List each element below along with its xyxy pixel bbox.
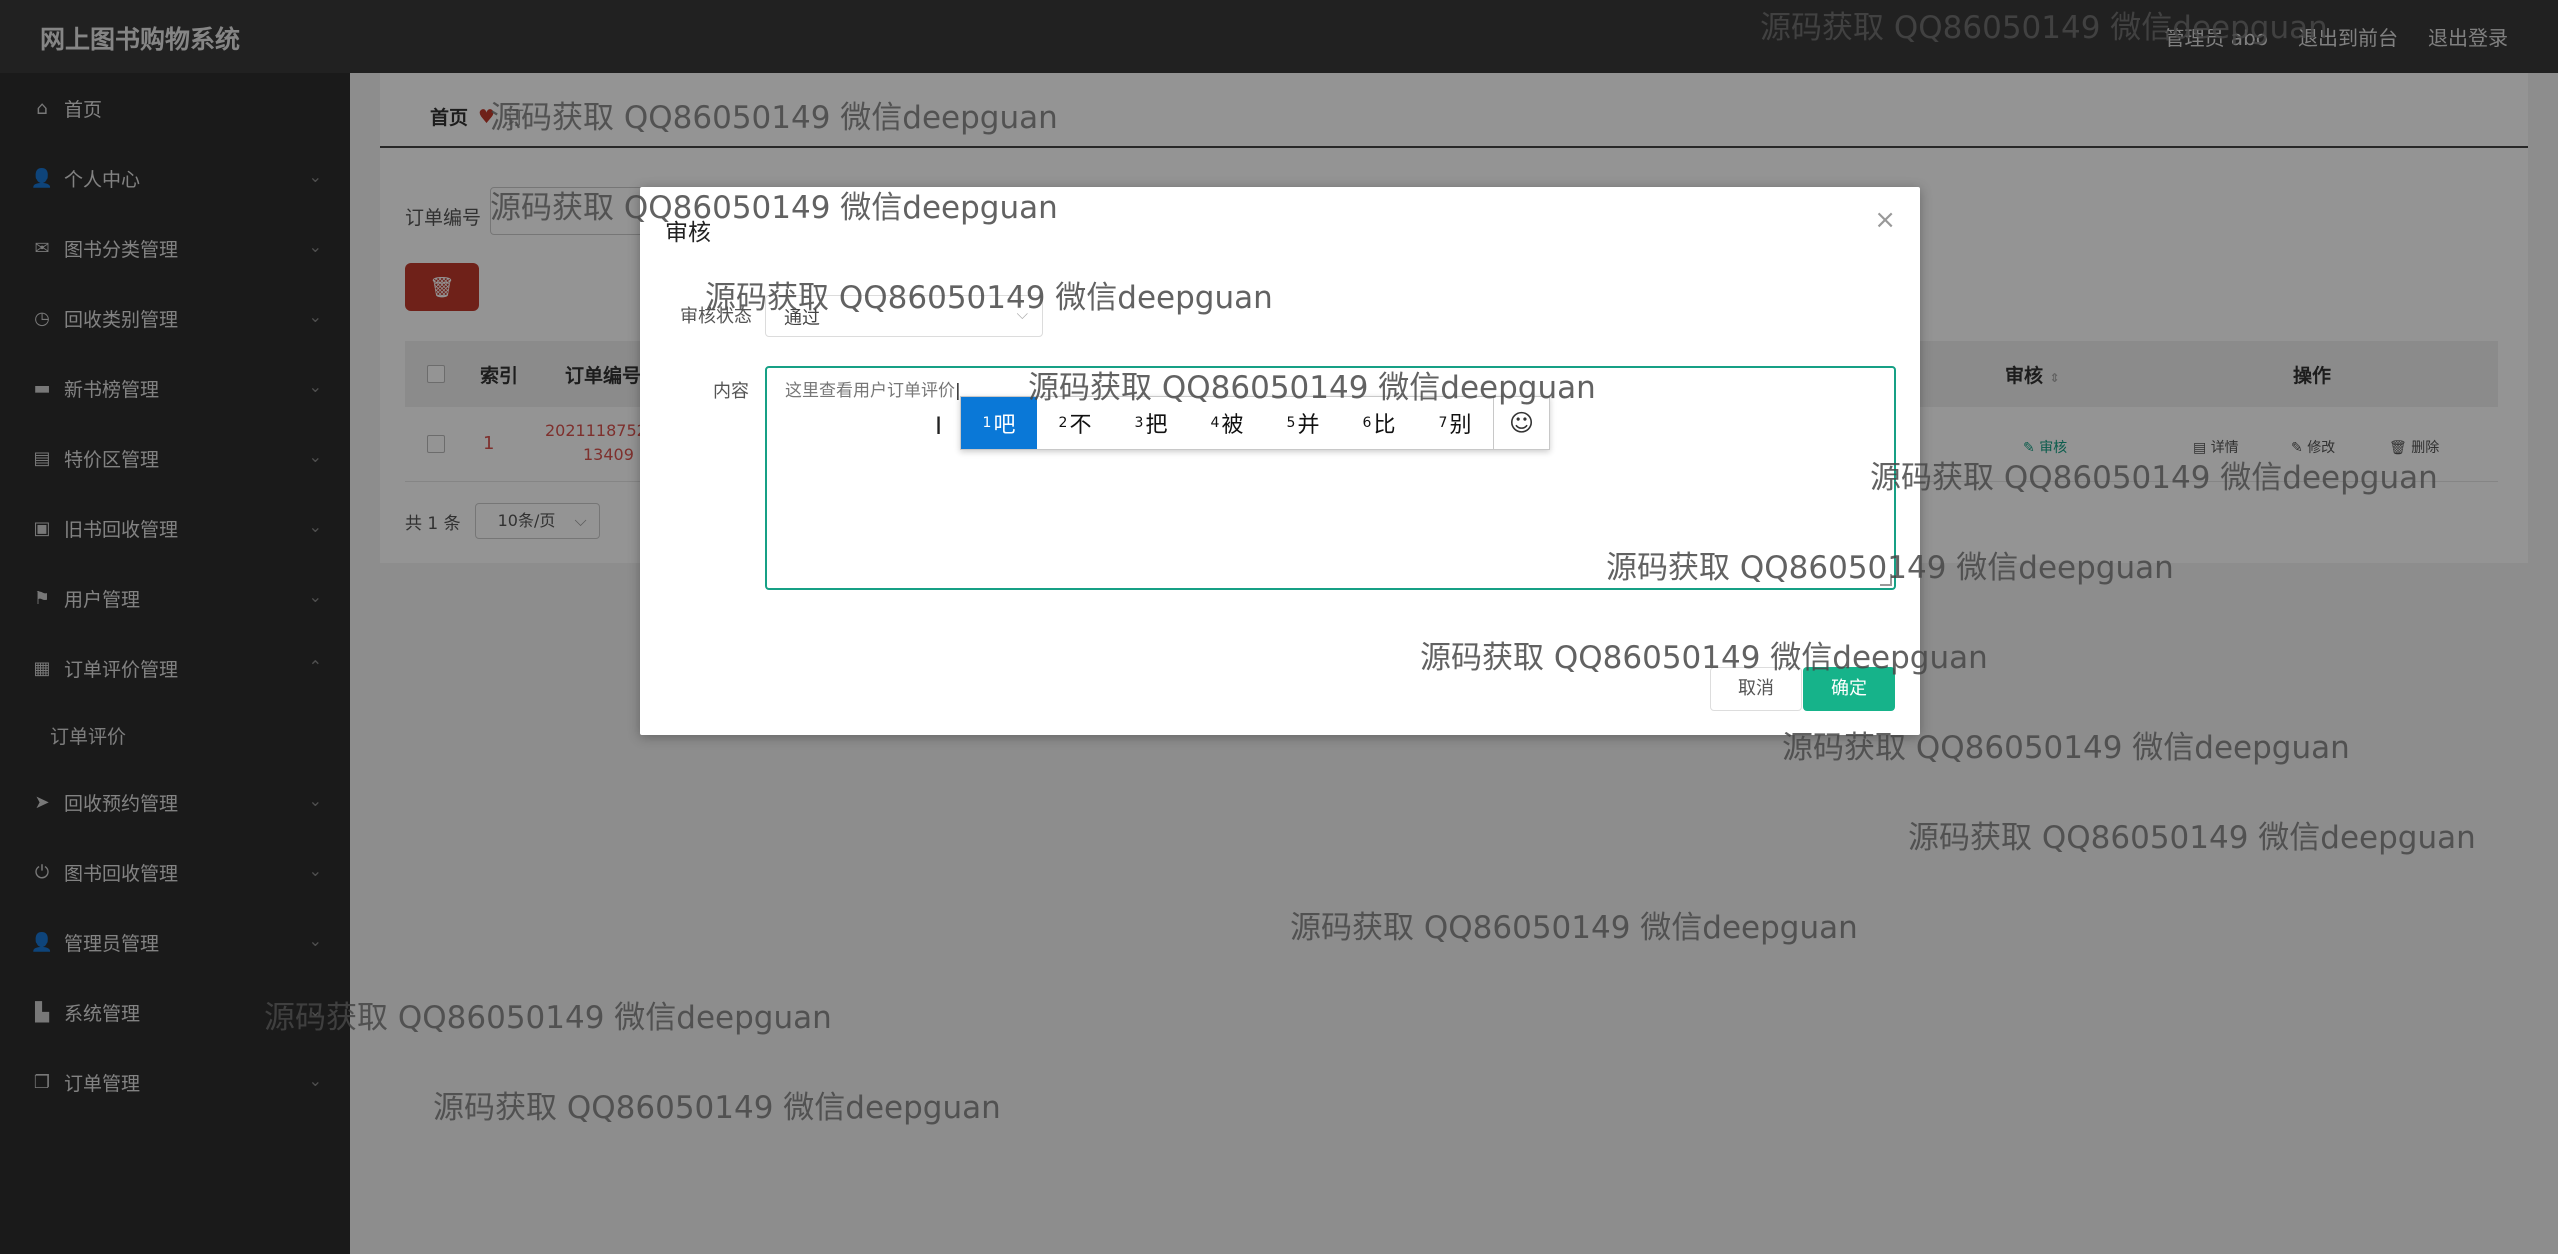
watermark-text: 源码获取 QQ86050149 微信deepguan bbox=[490, 100, 1058, 136]
watermark-text: 源码获取 QQ86050149 微信deepguan bbox=[1606, 550, 2174, 586]
ime-candidate[interactable]: 1吧 bbox=[961, 397, 1037, 449]
watermark-text: 源码获取 QQ86050149 微信deepguan bbox=[1290, 910, 1858, 946]
watermark-text: 源码获取 QQ86050149 微信deepguan bbox=[433, 1090, 1001, 1126]
watermark-text: 源码获取 QQ86050149 微信deepguan bbox=[1782, 730, 2350, 766]
content-label: 内容 bbox=[713, 381, 749, 402]
watermark-text: 源码获取 QQ86050149 微信deepguan bbox=[1908, 820, 2476, 856]
watermark-text: 源码获取 QQ86050149 微信deepguan bbox=[1028, 370, 1596, 406]
content-text: 这里查看用户订单评价 bbox=[785, 381, 955, 401]
watermark-text: 源码获取 QQ86050149 微信deepguan bbox=[490, 190, 1058, 226]
watermark-text: 源码获取 QQ86050149 微信deepguan bbox=[705, 280, 1273, 316]
watermark-text: 源码获取 QQ86050149 微信deepguan bbox=[1760, 10, 2328, 46]
watermark-text: 源码获取 QQ86050149 微信deepguan bbox=[1870, 460, 2438, 496]
watermark-text: 源码获取 QQ86050149 微信deepguan bbox=[1420, 640, 1988, 676]
close-icon[interactable]: × bbox=[1874, 205, 1896, 235]
watermark-text: 源码获取 QQ86050149 微信deepguan bbox=[264, 1000, 832, 1036]
text-cursor-icon: I bbox=[935, 412, 943, 440]
